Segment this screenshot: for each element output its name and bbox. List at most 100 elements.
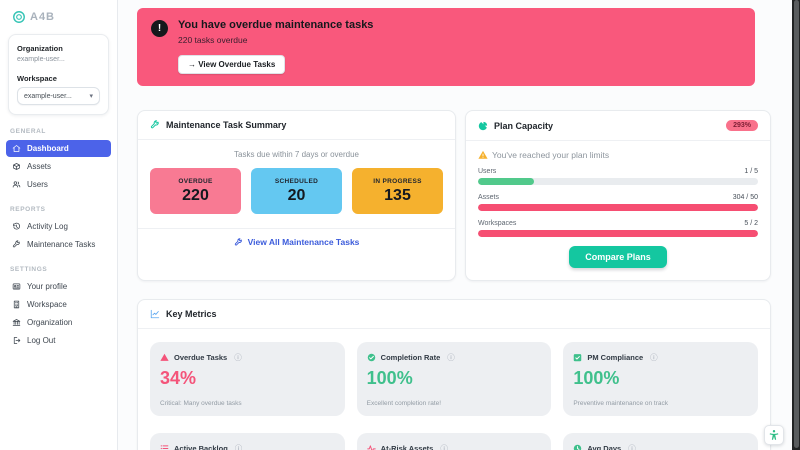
organization-value: example-user... xyxy=(17,56,65,63)
sidebar-item-label: Dashboard xyxy=(27,144,69,153)
history-icon xyxy=(12,222,21,231)
metric-note: Preventive maintenance on track xyxy=(573,400,668,407)
info-icon[interactable]: ⓘ xyxy=(628,443,636,450)
metric-avg-days: Avg Days ⓘ -14.2d Fast response time xyxy=(563,433,758,450)
accessibility-widget-button[interactable] xyxy=(764,425,784,445)
pie-chart-icon xyxy=(478,121,488,131)
sidebar-item-your-profile[interactable]: Your profile xyxy=(6,278,111,295)
chevron-down-icon: ▾ xyxy=(89,93,93,100)
summary-footer: View All Maintenance Tasks xyxy=(138,228,455,255)
sidebar-item-organization[interactable]: Organization xyxy=(6,314,111,331)
calendar-check-icon xyxy=(574,354,582,362)
info-icon[interactable]: ⓘ xyxy=(234,352,242,363)
workspace-label: Workspace xyxy=(17,74,57,83)
metric-pm-compliance: PM Compliance ⓘ 100% Preventive maintena… xyxy=(563,342,758,416)
users-progress-bar xyxy=(478,178,758,185)
metric-label: Overdue Tasks xyxy=(174,353,228,362)
accessibility-person-icon xyxy=(769,430,779,440)
metric-at-risk-assets: At-Risk Assets ⓘ 45 45 assets at risk! xyxy=(356,433,552,450)
summary-stats-row: OVERDUE 220 SCHEDULED 20 IN PROGRESS 135 xyxy=(138,159,455,228)
sidebar-item-workspace[interactable]: Workspace xyxy=(6,296,111,313)
plan-row-value: 5 / 2 xyxy=(744,220,758,227)
scrollbar[interactable] xyxy=(792,0,800,450)
metric-note: Critical: Many overdue tasks xyxy=(160,400,242,407)
metric-note: Excellent completion rate! xyxy=(366,400,442,407)
compare-plans-button[interactable]: Compare Plans xyxy=(569,246,667,268)
sidebar: A4B Organization example-user... Workspa… xyxy=(0,0,118,450)
assets-progress-bar xyxy=(478,204,758,211)
metric-label: Completion Rate xyxy=(380,353,441,362)
metric-label: At-Risk Assets xyxy=(380,444,434,450)
plan-row-workspaces: Workspaces 5 / 2 xyxy=(478,220,758,227)
logo[interactable]: A4B xyxy=(0,0,117,24)
sidebar-item-label: Organization xyxy=(27,318,73,327)
stat-overdue: OVERDUE 220 xyxy=(150,168,241,214)
alert-subtitle: 220 tasks overdue xyxy=(178,35,248,45)
overdue-alert-banner: ! You have overdue maintenance tasks 220… xyxy=(137,8,755,86)
workspaces-progress-fill xyxy=(478,230,758,237)
sidebar-item-label: Assets xyxy=(27,162,52,171)
metrics-grid: Overdue Tasks ⓘ 34% Critical: Many overd… xyxy=(138,329,770,450)
section-label-settings: SETTINGS xyxy=(10,266,48,273)
sidebar-item-dashboard[interactable]: Dashboard xyxy=(6,140,111,157)
logout-icon xyxy=(12,336,21,345)
scrollbar-thumb[interactable] xyxy=(793,0,799,448)
list-icon xyxy=(160,445,169,450)
workspace-select[interactable]: example-user... ▾ xyxy=(17,87,100,105)
stat-value: 20 xyxy=(287,186,306,204)
info-icon[interactable]: ⓘ xyxy=(650,352,658,363)
metric-completion-rate: Completion Rate ⓘ 100% Excellent complet… xyxy=(356,342,552,416)
sidebar-item-label: Maintenance Tasks xyxy=(27,240,96,249)
org-workspace-card: Organization example-user... Workspace e… xyxy=(8,34,109,115)
metric-value: 100% xyxy=(366,368,413,388)
wrench-icon xyxy=(12,240,21,249)
sidebar-item-assets[interactable]: Assets xyxy=(6,158,111,175)
maintenance-task-summary-card: Maintenance Task Summary Tasks due withi… xyxy=(137,110,456,281)
workspace-select-value: example-user... xyxy=(24,92,72,100)
plan-card-header: Plan Capacity 293% xyxy=(466,111,770,141)
sidebar-item-label: Workspace xyxy=(27,300,67,309)
check-circle-icon xyxy=(367,353,375,362)
info-icon[interactable]: ⓘ xyxy=(447,352,455,363)
arrow-right-icon: → xyxy=(188,60,196,69)
sidebar-item-maintenance-tasks[interactable]: Maintenance Tasks xyxy=(6,236,111,253)
sidebar-item-users[interactable]: Users xyxy=(6,176,111,193)
warning-triangle-icon xyxy=(478,150,488,159)
view-all-maintenance-tasks-link[interactable]: View All Maintenance Tasks xyxy=(234,237,360,247)
sidebar-item-label: Your profile xyxy=(27,282,68,291)
wrench-icon xyxy=(234,237,242,245)
metric-label: Avg Days xyxy=(587,444,622,450)
summary-subtitle: Tasks due within 7 days or overdue xyxy=(234,150,359,159)
metric-active-backlog: Active Backlog ⓘ 428 High backlog - prio… xyxy=(150,433,345,450)
sidebar-item-log-out[interactable]: Log Out xyxy=(6,332,111,349)
metrics-card-title: Key Metrics xyxy=(166,309,217,319)
view-overdue-tasks-button[interactable]: → View Overdue Tasks xyxy=(178,55,286,74)
metric-label: PM Compliance xyxy=(587,353,644,362)
summary-card-title: Maintenance Task Summary xyxy=(166,120,287,130)
metrics-card-header: Key Metrics xyxy=(138,300,770,329)
plan-row-value: 304 / 50 xyxy=(732,194,758,201)
plan-row-users: Users 1 / 5 xyxy=(478,168,758,175)
sidebar-item-activity-log[interactable]: Activity Log xyxy=(6,218,111,235)
plan-row-label: Assets xyxy=(478,194,500,201)
wrench-icon xyxy=(150,120,160,130)
stat-value: 220 xyxy=(182,186,209,204)
alert-body: You have overdue maintenance tasks 220 t… xyxy=(178,19,373,74)
metric-value: 34% xyxy=(160,368,197,388)
app-root: A4B Organization example-user... Workspa… xyxy=(0,0,800,450)
info-icon[interactable]: ⓘ xyxy=(235,443,243,450)
info-icon[interactable]: ⓘ xyxy=(440,443,448,450)
view-all-maintenance-tasks-label: View All Maintenance Tasks xyxy=(247,237,360,247)
logo-icon xyxy=(13,11,25,23)
stat-scheduled: SCHEDULED 20 xyxy=(251,168,342,214)
plan-usage-badge: 293% xyxy=(726,120,758,131)
main-content: ! You have overdue maintenance tasks 220… xyxy=(119,0,792,450)
plan-row-assets: Assets 304 / 50 xyxy=(478,194,758,201)
plan-row-label: Workspaces xyxy=(478,220,517,227)
metric-value: 100% xyxy=(573,368,620,388)
section-label-general: GENERAL xyxy=(10,128,46,135)
logo-text: A4B xyxy=(30,11,56,23)
exclamation-circle-icon: ! xyxy=(151,20,168,37)
chart-icon xyxy=(150,309,160,319)
key-metrics-card: Key Metrics Overdue Tasks ⓘ 34% Critical… xyxy=(137,299,771,450)
